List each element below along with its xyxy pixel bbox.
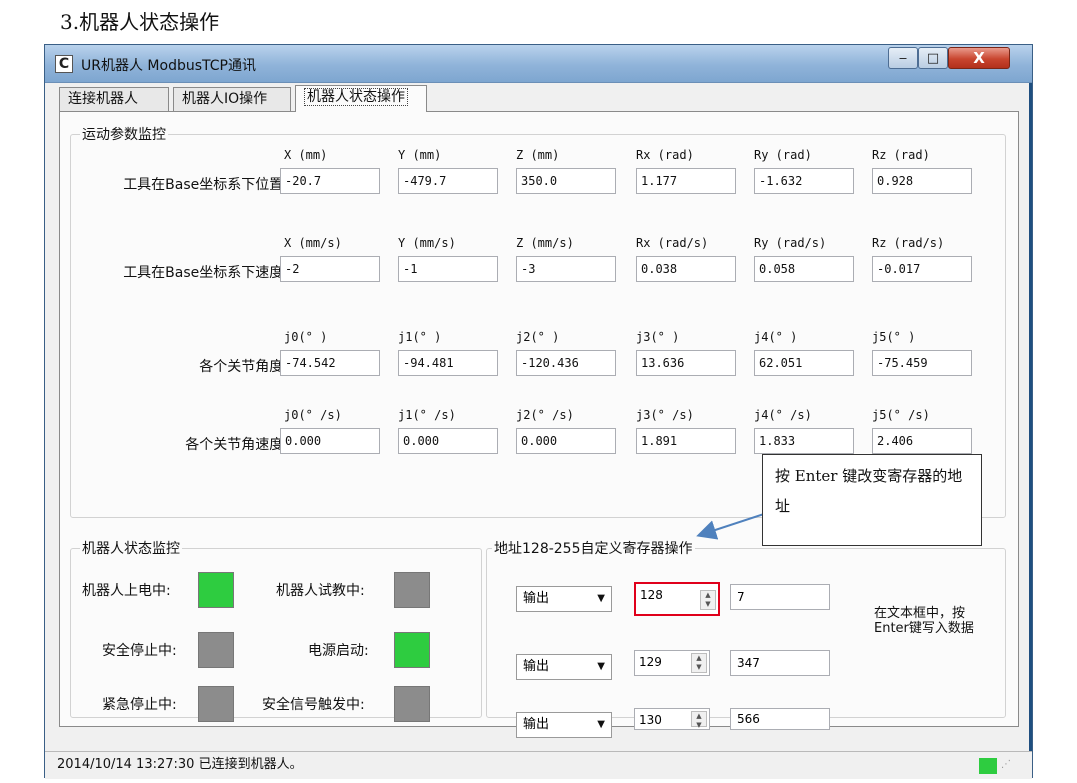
tab-status[interactable]: 机器人状态操作 <box>295 85 427 112</box>
annotation-arrow <box>696 511 771 540</box>
annotation-callout: 按 Enter 键改变寄存器的地址 <box>762 454 982 546</box>
